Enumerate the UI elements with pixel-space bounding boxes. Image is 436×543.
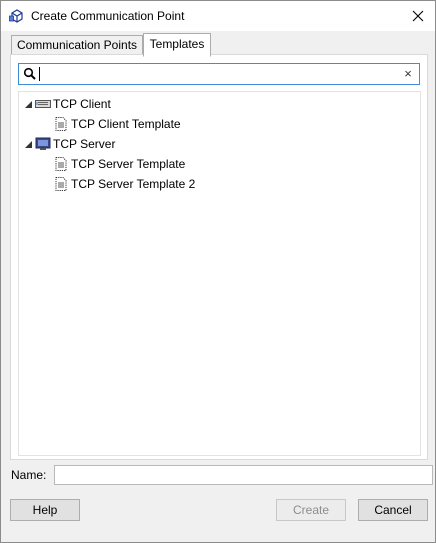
tree-node-tcp-client[interactable]: TCP Client <box>23 95 111 113</box>
name-label: Name: <box>11 468 47 482</box>
create-button[interactable]: Create <box>276 499 346 521</box>
tree-node-tcp-server-template-2[interactable]: TCP Server Template 2 <box>53 175 195 193</box>
tree-node-label: TCP Server <box>53 137 116 151</box>
template-tree[interactable]: TCP Client TCP Client Template TCP Serve… <box>18 91 421 456</box>
tcp-client-icon <box>35 100 51 108</box>
search-icon <box>23 67 36 80</box>
close-icon <box>412 10 424 22</box>
tree-node-tcp-client-template[interactable]: TCP Client Template <box>53 115 181 133</box>
tree-node-label: TCP Client Template <box>71 117 181 131</box>
tab-templates[interactable]: Templates <box>143 33 211 57</box>
template-doc-icon <box>55 157 67 171</box>
tree-node-label: TCP Server Template 2 <box>71 177 196 191</box>
clear-search-button[interactable]: × <box>401 66 415 82</box>
collapse-arrow-icon[interactable] <box>23 139 33 149</box>
network-cube-icon <box>9 9 23 23</box>
tcp-server-icon <box>35 137 51 150</box>
title-bar: Create Communication Point <box>1 1 435 31</box>
name-field[interactable] <box>54 465 433 485</box>
cancel-button[interactable]: Cancel <box>358 499 428 521</box>
help-button[interactable]: Help <box>10 499 80 521</box>
window-title: Create Communication Point <box>31 9 185 23</box>
templates-panel: × TCP Client TCP Client Template TCP Ser… <box>10 54 428 460</box>
search-box[interactable]: × <box>18 63 420 85</box>
close-button[interactable] <box>401 1 435 31</box>
dialog-window: Create Communication Point Communication… <box>0 0 436 543</box>
template-doc-icon <box>55 117 67 131</box>
search-input[interactable] <box>41 66 401 80</box>
tab-communication-points[interactable]: Communication Points <box>11 35 143 55</box>
tree-node-label: TCP Client <box>53 97 111 111</box>
template-doc-icon <box>55 177 67 191</box>
collapse-arrow-icon[interactable] <box>23 99 33 109</box>
text-caret <box>39 67 40 81</box>
tree-node-tcp-server-template[interactable]: TCP Server Template <box>53 155 185 173</box>
tree-node-label: TCP Server Template <box>71 157 186 171</box>
tree-node-tcp-server[interactable]: TCP Server <box>23 135 115 153</box>
